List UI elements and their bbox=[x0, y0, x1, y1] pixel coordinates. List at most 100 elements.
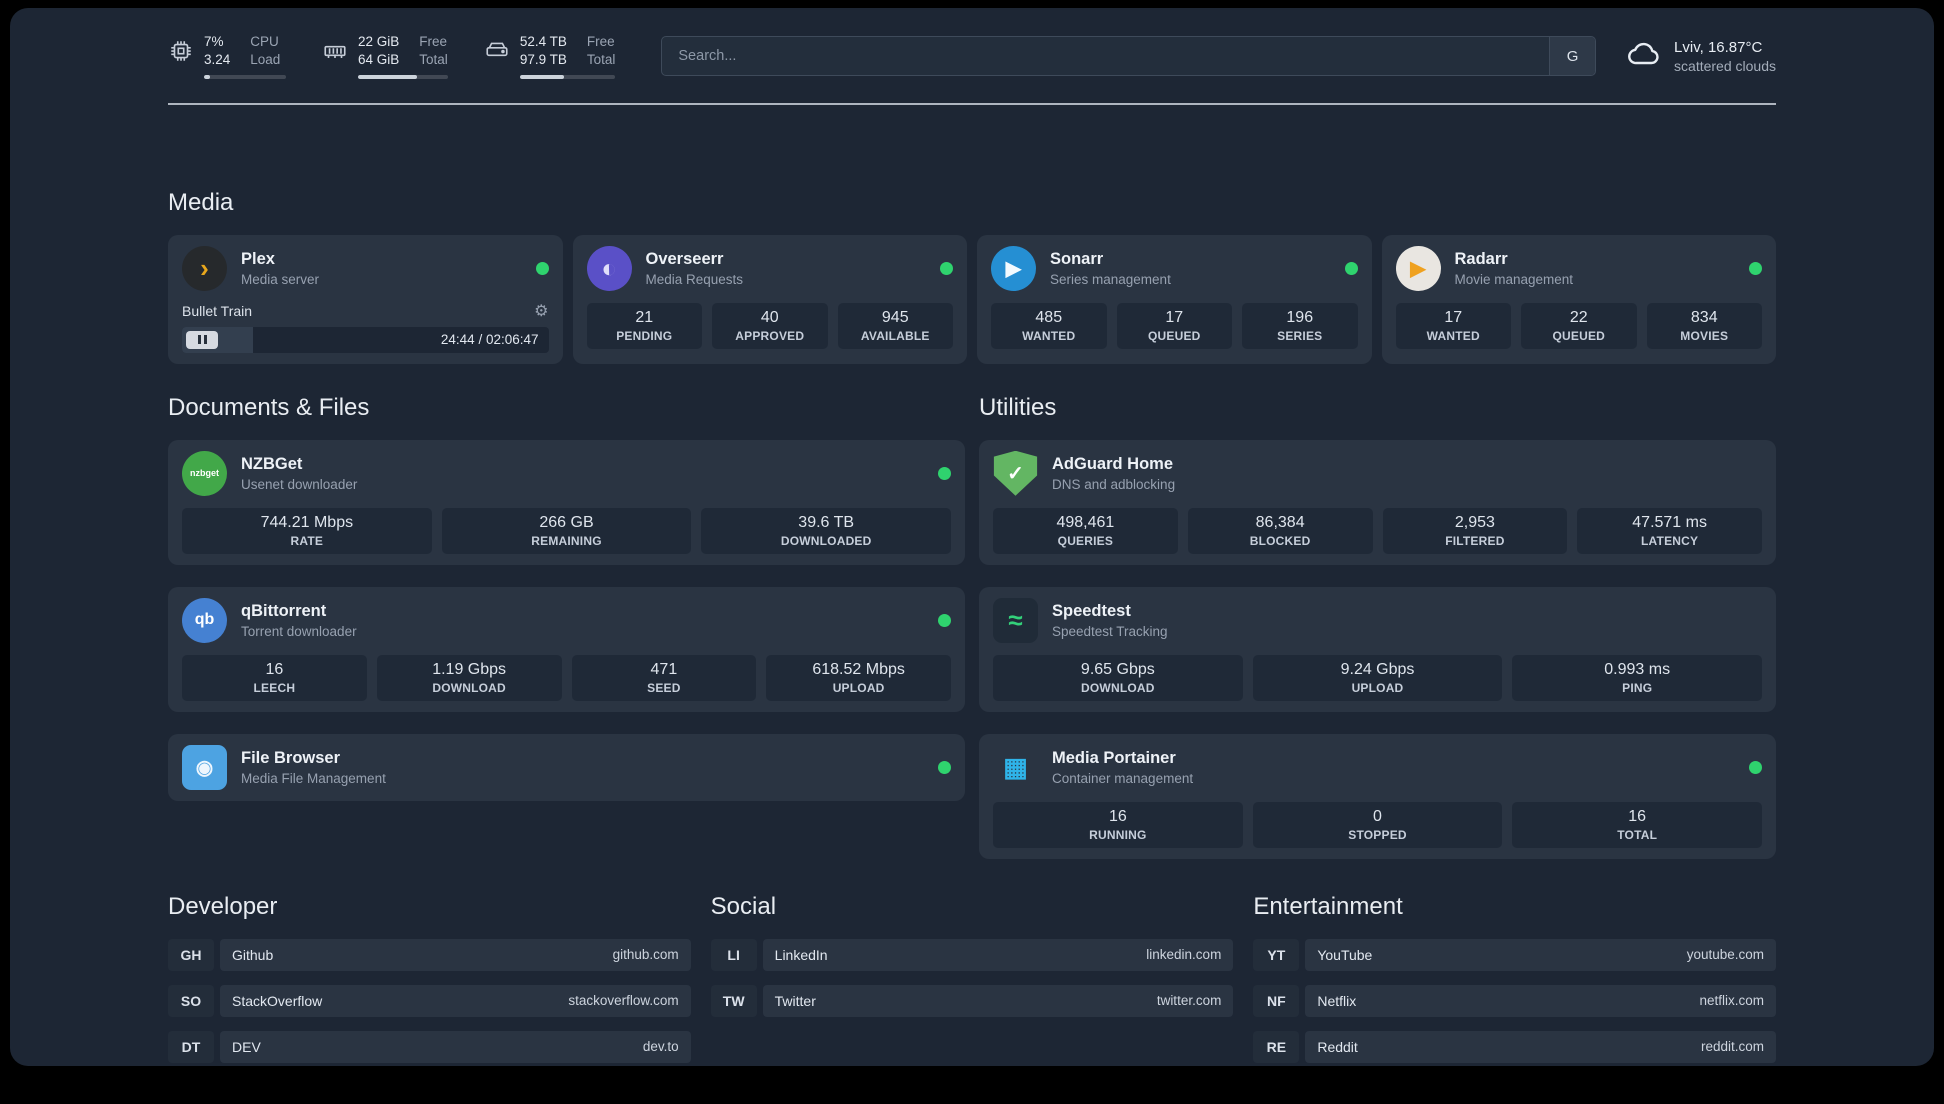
service-subtitle: DNS and adblocking bbox=[1052, 476, 1176, 492]
memory-total-value: 64 GiB bbox=[358, 51, 400, 67]
bookmark-link[interactable]: LI LinkedIn linkedin.com bbox=[710, 938, 1234, 971]
media-cards: › Plex Media server Bullet Train ⚙ 24:44… bbox=[168, 234, 1776, 364]
stat-tile: 196 SERIES bbox=[1242, 302, 1358, 349]
cloud-icon bbox=[1626, 36, 1662, 77]
bookmark-pill: Reddit reddit.com bbox=[1305, 1030, 1776, 1063]
section-title-utilities: Utilities bbox=[979, 393, 1057, 421]
bookmark-abbr: LI bbox=[710, 938, 757, 971]
service-stats: 9.65 Gbps DOWNLOAD 9.24 Gbps UPLOAD 0.99… bbox=[993, 654, 1763, 701]
bookmark-abbr: DT bbox=[168, 1030, 214, 1063]
stat-value: 16 bbox=[1108, 807, 1127, 825]
memory-free-value: 22 GiB bbox=[358, 34, 400, 49]
stat-label: TOTAL bbox=[1617, 827, 1658, 842]
section-media: Media › Plex Media server Bullet Train ⚙… bbox=[168, 189, 1776, 364]
stat-label: FILTERED bbox=[1445, 533, 1505, 548]
stat-label: PENDING bbox=[616, 328, 673, 343]
now-playing-title: Bullet Train bbox=[182, 302, 253, 319]
stat-label: MOVIES bbox=[1680, 328, 1729, 343]
bookmark-link[interactable]: SO StackOverflow stackoverflow.com bbox=[168, 984, 691, 1017]
stat-label: AVAILABLE bbox=[860, 328, 930, 343]
stat-value: 16 bbox=[265, 660, 284, 678]
stat-tile: 17 QUEUED bbox=[1116, 302, 1232, 349]
service-link[interactable]: › Plex Media server bbox=[182, 245, 549, 291]
stat-label: RATE bbox=[290, 533, 324, 548]
stat-value: 16 bbox=[1628, 807, 1647, 825]
stat-value: 9.65 Gbps bbox=[1080, 660, 1155, 678]
service-link[interactable]: ▶ Radarr Movie management bbox=[1395, 245, 1762, 291]
service-link[interactable]: ▦ Media Portainer Container management bbox=[993, 745, 1762, 790]
stat-tile: 22 QUEUED bbox=[1521, 302, 1637, 349]
stat-value: 86,384 bbox=[1255, 513, 1305, 531]
service-card: ◐ Overseerr Media Requests ⚙ bbox=[572, 234, 967, 364]
service-icon: ✓ bbox=[993, 450, 1038, 496]
search-bar: G bbox=[661, 36, 1597, 77]
service-link[interactable]: ◉ File Browser Media File Management bbox=[182, 744, 951, 790]
bookmark-link[interactable]: RE Reddit reddit.com bbox=[1253, 1030, 1776, 1063]
service-subtitle: Movie management bbox=[1454, 271, 1574, 287]
bookmark-name: LinkedIn bbox=[774, 946, 828, 963]
bookmark-link[interactable]: YT YouTube youtube.com bbox=[1253, 938, 1776, 971]
stat-tile: 471 SEED bbox=[571, 654, 757, 701]
bookmark-domain: twitter.com bbox=[1156, 993, 1222, 1009]
stat-tile: 618.52 Mbps UPLOAD bbox=[766, 654, 951, 701]
search-input[interactable] bbox=[662, 37, 1550, 76]
service-card: ◉ File Browser Media File Management bbox=[168, 733, 965, 801]
status-dot bbox=[535, 261, 549, 275]
stat-tile: 16 TOTAL bbox=[1512, 801, 1763, 848]
service-card: ▶ Sonarr Series management ⚙ bbox=[977, 234, 1372, 364]
topbar: 7% CPU 3.24 Load 22 GiB Free 64 GiB Tota… bbox=[168, 8, 1776, 79]
service-card: › Plex Media server Bullet Train ⚙ 24:44… bbox=[168, 234, 563, 364]
service-card: qb qBittorrent Torrent downloader 16 LEE… bbox=[168, 586, 965, 712]
stat-tile: 485 WANTED bbox=[991, 302, 1107, 349]
bookmark-link[interactable]: DT DEV dev.to bbox=[168, 1030, 691, 1063]
service-card: ▶ Radarr Movie management ⚙ bbox=[1381, 234, 1776, 364]
service-name: Overseerr bbox=[645, 249, 724, 268]
storage-total-value: 97.9 TB bbox=[519, 51, 567, 67]
stat-tile: 498,461 QUERIES bbox=[993, 507, 1178, 554]
stat-label: PING bbox=[1622, 680, 1653, 695]
service-link[interactable]: ▶ Sonarr Series management bbox=[991, 245, 1358, 291]
bookmark-link[interactable]: GH Github github.com bbox=[168, 938, 691, 971]
service-link[interactable]: ◐ Overseerr Media Requests bbox=[586, 245, 953, 291]
service-link[interactable]: qb qBittorrent Torrent downloader bbox=[182, 597, 951, 643]
playback-progress-bar[interactable]: 24:44 / 02:06:47 bbox=[182, 326, 549, 353]
search-provider-button[interactable]: G bbox=[1549, 37, 1596, 76]
bookmark-name: DEV bbox=[232, 1038, 261, 1055]
stat-value: 471 bbox=[650, 660, 678, 678]
status-dot bbox=[938, 466, 951, 480]
cpu-usage-value: 7% bbox=[204, 34, 224, 49]
storage-total-label: Total bbox=[586, 51, 616, 67]
stat-label: SEED bbox=[647, 680, 681, 695]
service-stats: 17 WANTED 22 QUEUED 834 MOVIES bbox=[1395, 302, 1762, 349]
stat-tile: 834 MOVIES bbox=[1646, 302, 1762, 349]
stat-label: STOPPED bbox=[1348, 827, 1407, 842]
pause-button[interactable] bbox=[186, 330, 218, 349]
topbar-divider bbox=[168, 102, 1776, 105]
bookmark-link[interactable]: NF Netflix netflix.com bbox=[1253, 984, 1776, 1017]
service-subtitle: Series management bbox=[1050, 271, 1171, 287]
stat-label: SERIES bbox=[1277, 328, 1323, 343]
service-subtitle: Media File Management bbox=[241, 770, 386, 786]
stat-value: 22 bbox=[1569, 308, 1588, 326]
service-icon: › bbox=[182, 245, 227, 291]
service-icon: nzbget bbox=[182, 450, 227, 496]
service-link[interactable]: ≈ Speedtest Speedtest Tracking bbox=[993, 597, 1762, 643]
stat-value: 2,953 bbox=[1454, 513, 1495, 531]
stat-value: 17 bbox=[1165, 308, 1184, 326]
stat-value: 0.993 ms bbox=[1604, 660, 1671, 678]
dashboard-panel: 7% CPU 3.24 Load 22 GiB Free 64 GiB Tota… bbox=[10, 8, 1934, 1066]
gear-icon[interactable]: ⚙ bbox=[534, 301, 548, 321]
service-subtitle: Container management bbox=[1052, 770, 1194, 786]
service-link[interactable]: ✓ AdGuard Home DNS and adblocking bbox=[993, 450, 1762, 496]
stat-label: WANTED bbox=[1022, 328, 1076, 343]
bookmark-link[interactable]: TW Twitter twitter.com bbox=[710, 984, 1234, 1017]
bookmark-domain: reddit.com bbox=[1700, 1039, 1764, 1055]
stat-label: DOWNLOAD bbox=[1081, 680, 1155, 695]
service-icon: ▶ bbox=[1395, 245, 1441, 291]
stat-tile: 21 PENDING bbox=[586, 302, 702, 349]
stat-value: 47.571 ms bbox=[1632, 513, 1707, 531]
service-stats: 498,461 QUERIES 86,384 BLOCKED 2,953 FIL… bbox=[993, 507, 1762, 554]
storage-free-value: 52.4 TB bbox=[519, 34, 567, 49]
cpu-widget: 7% CPU 3.24 Load bbox=[168, 34, 286, 79]
service-link[interactable]: nzbget NZBGet Usenet downloader bbox=[182, 450, 951, 496]
